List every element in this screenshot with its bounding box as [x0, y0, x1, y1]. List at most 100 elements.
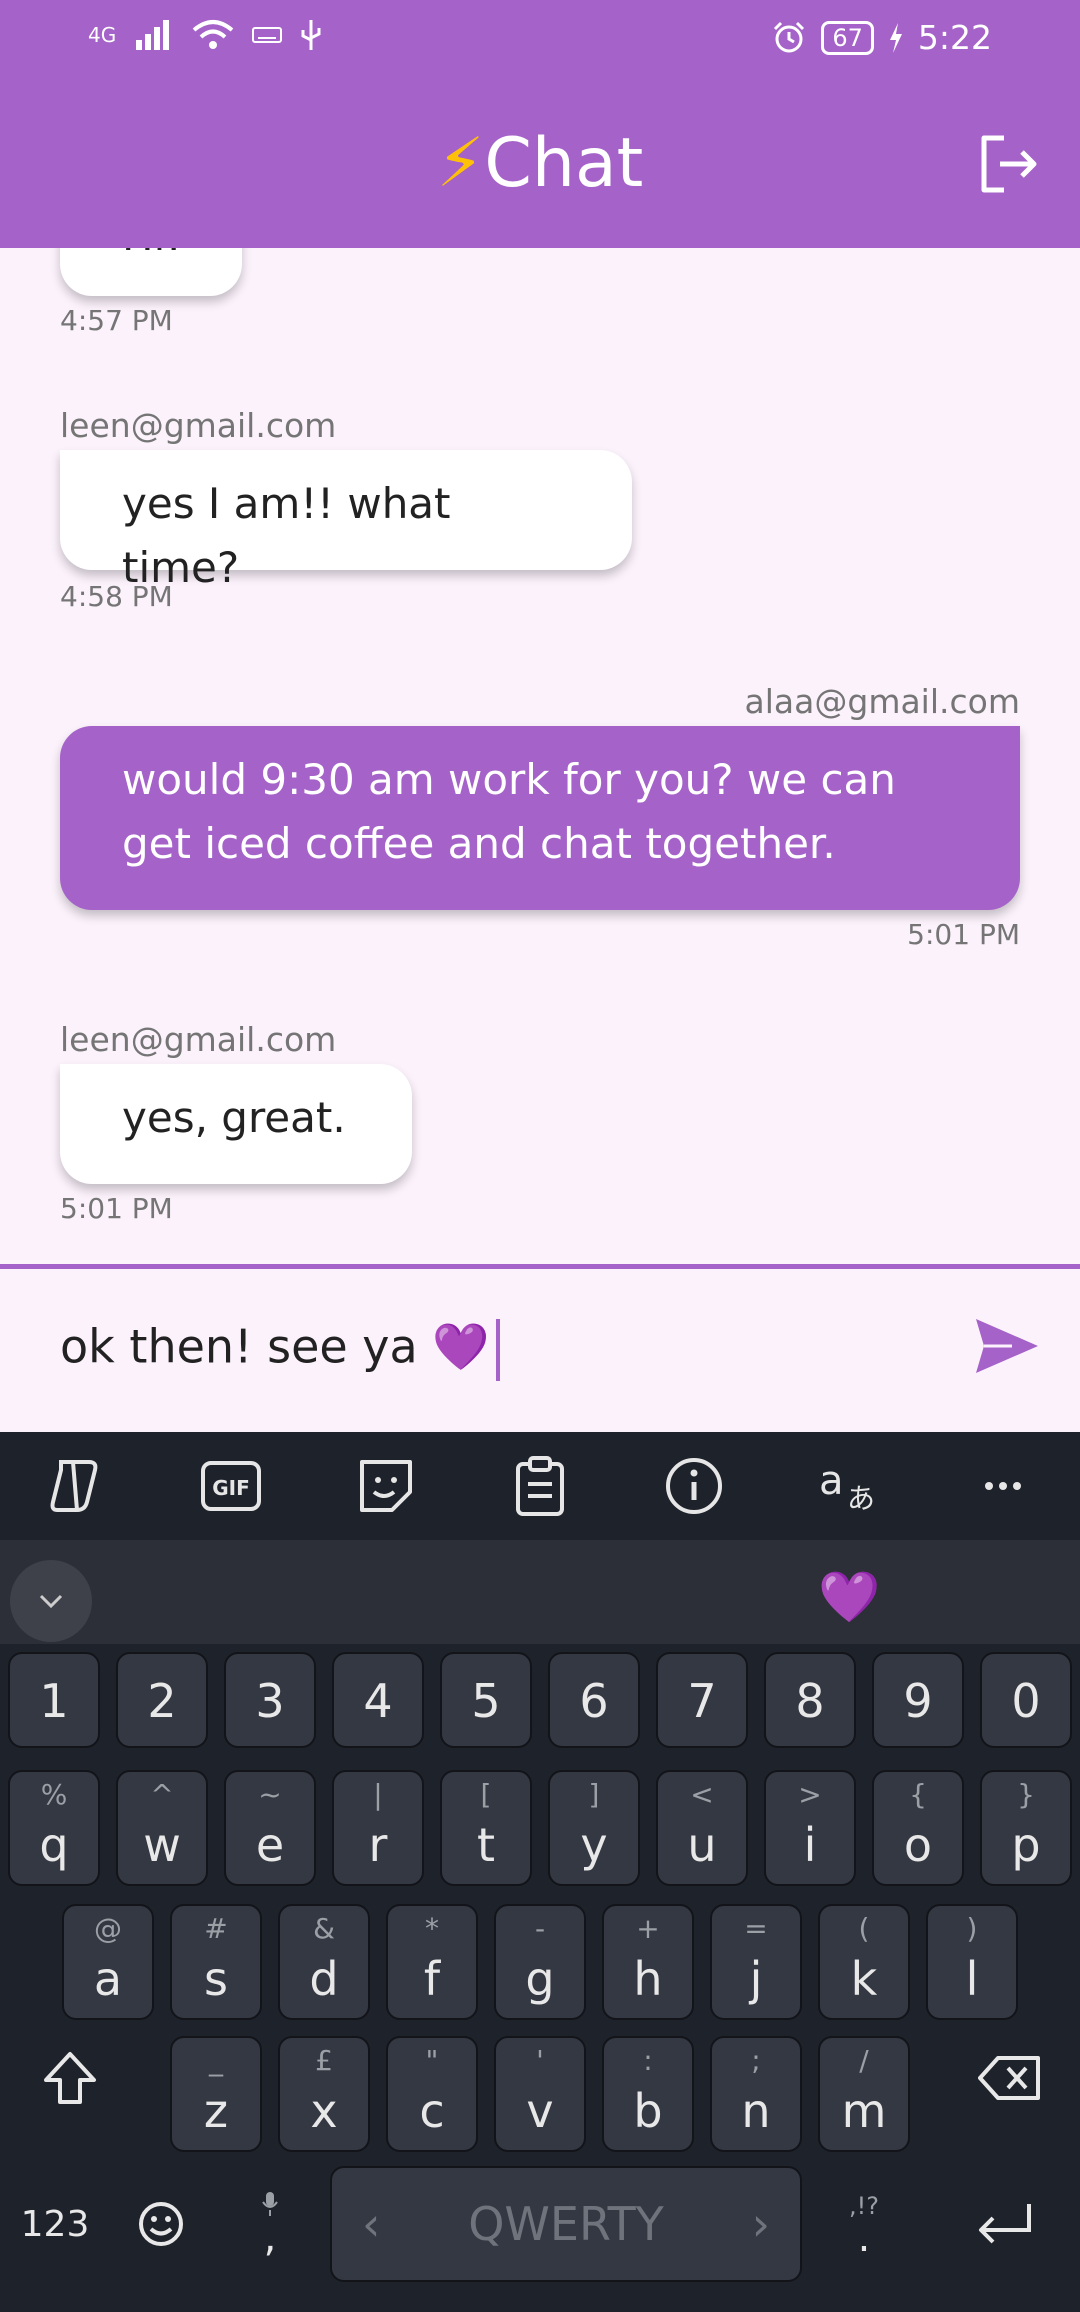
- key-label: c: [419, 2084, 445, 2138]
- key-alt-label: &: [313, 1912, 335, 1945]
- number-key[interactable]: 1: [8, 1652, 100, 1748]
- copilot-icon[interactable]: [37, 1446, 117, 1526]
- sticker-icon[interactable]: [346, 1446, 426, 1526]
- gif-icon[interactable]: GIF: [191, 1446, 271, 1526]
- key-alt-label: +: [636, 1912, 660, 1945]
- key-alt-label: *: [425, 1912, 439, 1945]
- key-alt-label: _: [209, 2044, 223, 2077]
- key-label: g: [525, 1952, 555, 2006]
- letter-key[interactable]: {o: [872, 1770, 964, 1886]
- page-title: ⚡Chat: [0, 124, 1080, 203]
- letter-key[interactable]: ] y: [548, 1770, 640, 1886]
- keyboard-toolbar: GIF aあ: [0, 1432, 1080, 1540]
- svg-text:あ: あ: [847, 1482, 875, 1514]
- key-label: x: [310, 2084, 338, 2138]
- translate-icon[interactable]: aあ: [809, 1446, 889, 1526]
- key-label: 1: [39, 1674, 69, 1728]
- bolt-icon: ⚡: [436, 124, 485, 203]
- message-list[interactable]: Hi! 4:57 PM leen@gmail.com yes I am!! wh…: [0, 248, 1080, 1264]
- key-alt-label: ]: [588, 1778, 600, 1811]
- letter-key[interactable]: | r: [332, 1770, 424, 1886]
- numbers-toggle-label: 123: [20, 2203, 90, 2245]
- letter-key[interactable]: # s: [170, 1904, 262, 2020]
- key-label: t: [476, 1818, 496, 1872]
- collapse-keyboard-button[interactable]: [10, 1560, 92, 1642]
- letter-key[interactable]: / m: [818, 2036, 910, 2152]
- number-key[interactable]: 4: [332, 1652, 424, 1748]
- number-key[interactable]: 9: [872, 1652, 964, 1748]
- letter-key[interactable]: + h: [602, 1904, 694, 2020]
- number-key[interactable]: 3: [224, 1652, 316, 1748]
- key-alt-label: ): [966, 1912, 978, 1945]
- status-right: 67 5:22: [771, 18, 992, 57]
- letter-key[interactable]: _ z: [170, 2036, 262, 2152]
- info-icon[interactable]: [654, 1446, 734, 1526]
- title-text: Chat: [484, 124, 644, 203]
- letter-key[interactable]: ; n: [710, 2036, 802, 2152]
- charging-icon: [889, 22, 902, 53]
- letter-key[interactable]: " c: [386, 2036, 478, 2152]
- comma-key[interactable]: ,: [230, 2166, 310, 2282]
- number-key[interactable]: 8: [764, 1652, 856, 1748]
- suggestion-bar: 💜: [0, 1540, 1080, 1644]
- letter-key[interactable]: * f: [386, 1904, 478, 2020]
- letter-key[interactable]: @ a: [62, 1904, 154, 2020]
- more-options-icon[interactable]: [963, 1446, 1043, 1526]
- enter-key[interactable]: [950, 2166, 1060, 2282]
- key-label: p: [1011, 1818, 1041, 1872]
- letter-key[interactable]: (k: [818, 1904, 910, 2020]
- key-alt-label: #: [204, 1912, 228, 1945]
- letter-key[interactable]: £ x: [278, 2036, 370, 2152]
- number-key[interactable]: 6: [548, 1652, 640, 1748]
- message-text: yes, great.: [122, 1093, 346, 1142]
- key-alt-label: |: [373, 1778, 383, 1811]
- number-key[interactable]: 2: [116, 1652, 208, 1748]
- message-input[interactable]: ok then! see ya 💜: [60, 1319, 500, 1381]
- emoji-suggestion[interactable]: 💜: [818, 1568, 880, 1627]
- emoji-key[interactable]: [120, 2166, 202, 2282]
- letter-key[interactable]: = j: [710, 1904, 802, 2020]
- shift-key[interactable]: [30, 2020, 110, 2136]
- letter-key[interactable]: -g: [494, 1904, 586, 2020]
- clock: 5:22: [917, 18, 992, 57]
- letter-key[interactable]: ~ e: [224, 1770, 316, 1886]
- message-input-value: ok then! see ya 💜: [60, 1319, 490, 1374]
- clipboard-icon[interactable]: [500, 1446, 580, 1526]
- key-alt-label: (: [858, 1912, 870, 1945]
- space-key[interactable]: ‹ QWERTY ›: [330, 2166, 802, 2282]
- soft-keyboard: GIF aあ 💜 1 2 3 4 5 6 7 8 9 0% q ^ w ~ e | r[t] y < u > i{o} p @…: [0, 1432, 1080, 2312]
- message-bubble: Hi!: [60, 248, 242, 296]
- backspace-key[interactable]: [960, 2020, 1060, 2136]
- message-time: 4:57 PM: [60, 304, 173, 337]
- letter-key[interactable]: & d: [278, 1904, 370, 2020]
- logout-button[interactable]: [976, 132, 1040, 196]
- number-key[interactable]: 7: [656, 1652, 748, 1748]
- letter-key[interactable]: > i: [764, 1770, 856, 1886]
- key-alt-label: %: [40, 1778, 68, 1811]
- key-alt-label: /: [859, 2044, 869, 2077]
- letter-key[interactable]: } p: [980, 1770, 1072, 1886]
- period-key[interactable]: ,!? .: [826, 2166, 902, 2282]
- numbers-toggle-key[interactable]: 123: [10, 2166, 100, 2282]
- letter-key[interactable]: :b: [602, 2036, 694, 2152]
- letter-key[interactable]: < u: [656, 1770, 748, 1886]
- key-label: e: [255, 1818, 285, 1872]
- message-bubble: yes, great.: [60, 1064, 412, 1184]
- letter-key[interactable]: % q: [8, 1770, 100, 1886]
- signal-icon: [136, 20, 170, 50]
- emoji-icon: [139, 2202, 183, 2246]
- letter-key[interactable]: ' v: [494, 2036, 586, 2152]
- letter-key[interactable]: ^ w: [116, 1770, 208, 1886]
- key-label: v: [526, 2084, 554, 2138]
- number-key[interactable]: 5: [440, 1652, 532, 1748]
- status-left: 4G: [88, 18, 322, 52]
- key-alt-label: -: [534, 1912, 546, 1945]
- number-key[interactable]: 0: [980, 1652, 1072, 1748]
- network-label: 4G: [88, 23, 117, 47]
- key-label: f: [423, 1952, 441, 2006]
- svg-text:GIF: GIF: [213, 1476, 251, 1500]
- message-sender: alaa@gmail.com: [744, 682, 1020, 721]
- send-button[interactable]: [972, 1311, 1042, 1381]
- letter-key[interactable]: ) l: [926, 1904, 1018, 2020]
- letter-key[interactable]: [t: [440, 1770, 532, 1886]
